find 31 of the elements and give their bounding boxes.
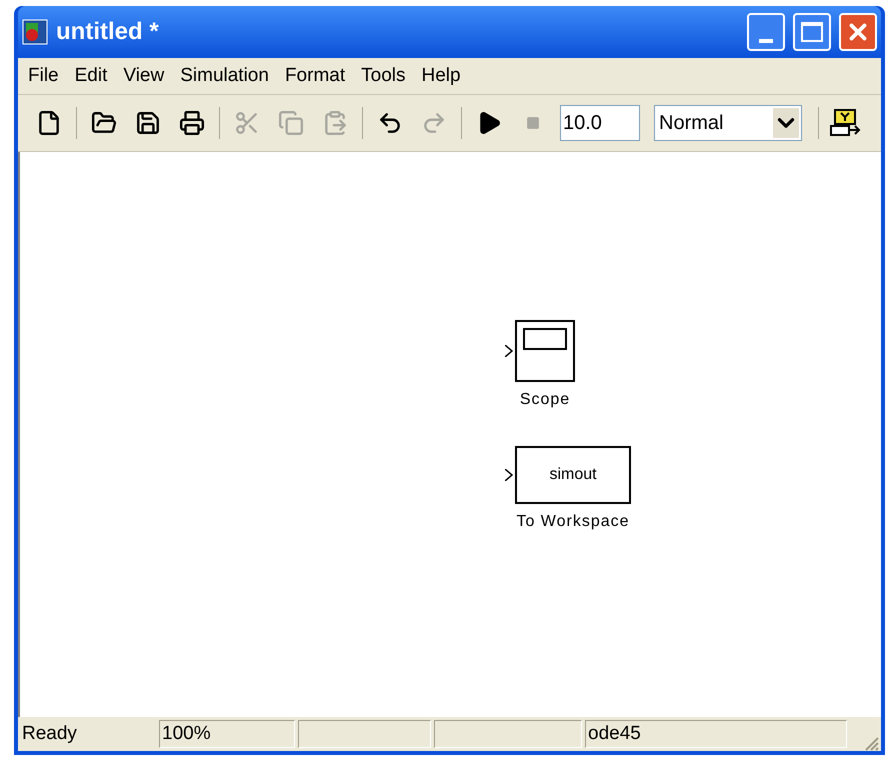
new-file-icon[interactable] [36, 110, 62, 136]
workspace-block[interactable]: simout [515, 446, 631, 504]
block-label: Scope [520, 390, 570, 410]
menu-item[interactable]: Edit [68, 62, 114, 90]
menu-item[interactable]: File [22, 62, 65, 90]
block-label: To Workspace [516, 512, 630, 532]
resize-grip-icon[interactable] [863, 735, 879, 751]
maximize-button[interactable] [793, 13, 831, 51]
stop-time-field[interactable]: 10.0 [560, 105, 640, 141]
status-pane: ode45 [585, 720, 847, 748]
app-icon [22, 19, 48, 45]
menu-item[interactable]: Format [278, 62, 352, 90]
scope-block[interactable] [515, 320, 575, 382]
close-button[interactable] [839, 13, 877, 51]
status-pane: Ready [21, 722, 78, 746]
minimize-button[interactable] [747, 13, 785, 51]
status-pane: 100% [159, 720, 295, 748]
menu-item[interactable]: Help [415, 62, 467, 90]
save-icon[interactable] [135, 110, 161, 136]
menu-item[interactable]: Tools [355, 62, 412, 90]
minimize-icon [759, 39, 773, 43]
window-title: untitled * [56, 17, 160, 47]
mode-select[interactable]: Normal [654, 105, 802, 141]
folder-icon[interactable] [91, 110, 117, 136]
library-browser-icon[interactable] [829, 108, 861, 138]
input-port-icon [505, 469, 513, 481]
undo-icon[interactable] [377, 110, 403, 136]
menu-item[interactable]: Simulation [174, 62, 275, 90]
printer-icon[interactable] [179, 110, 205, 136]
menu-item[interactable]: View [117, 62, 170, 90]
input-port-icon [505, 345, 513, 357]
